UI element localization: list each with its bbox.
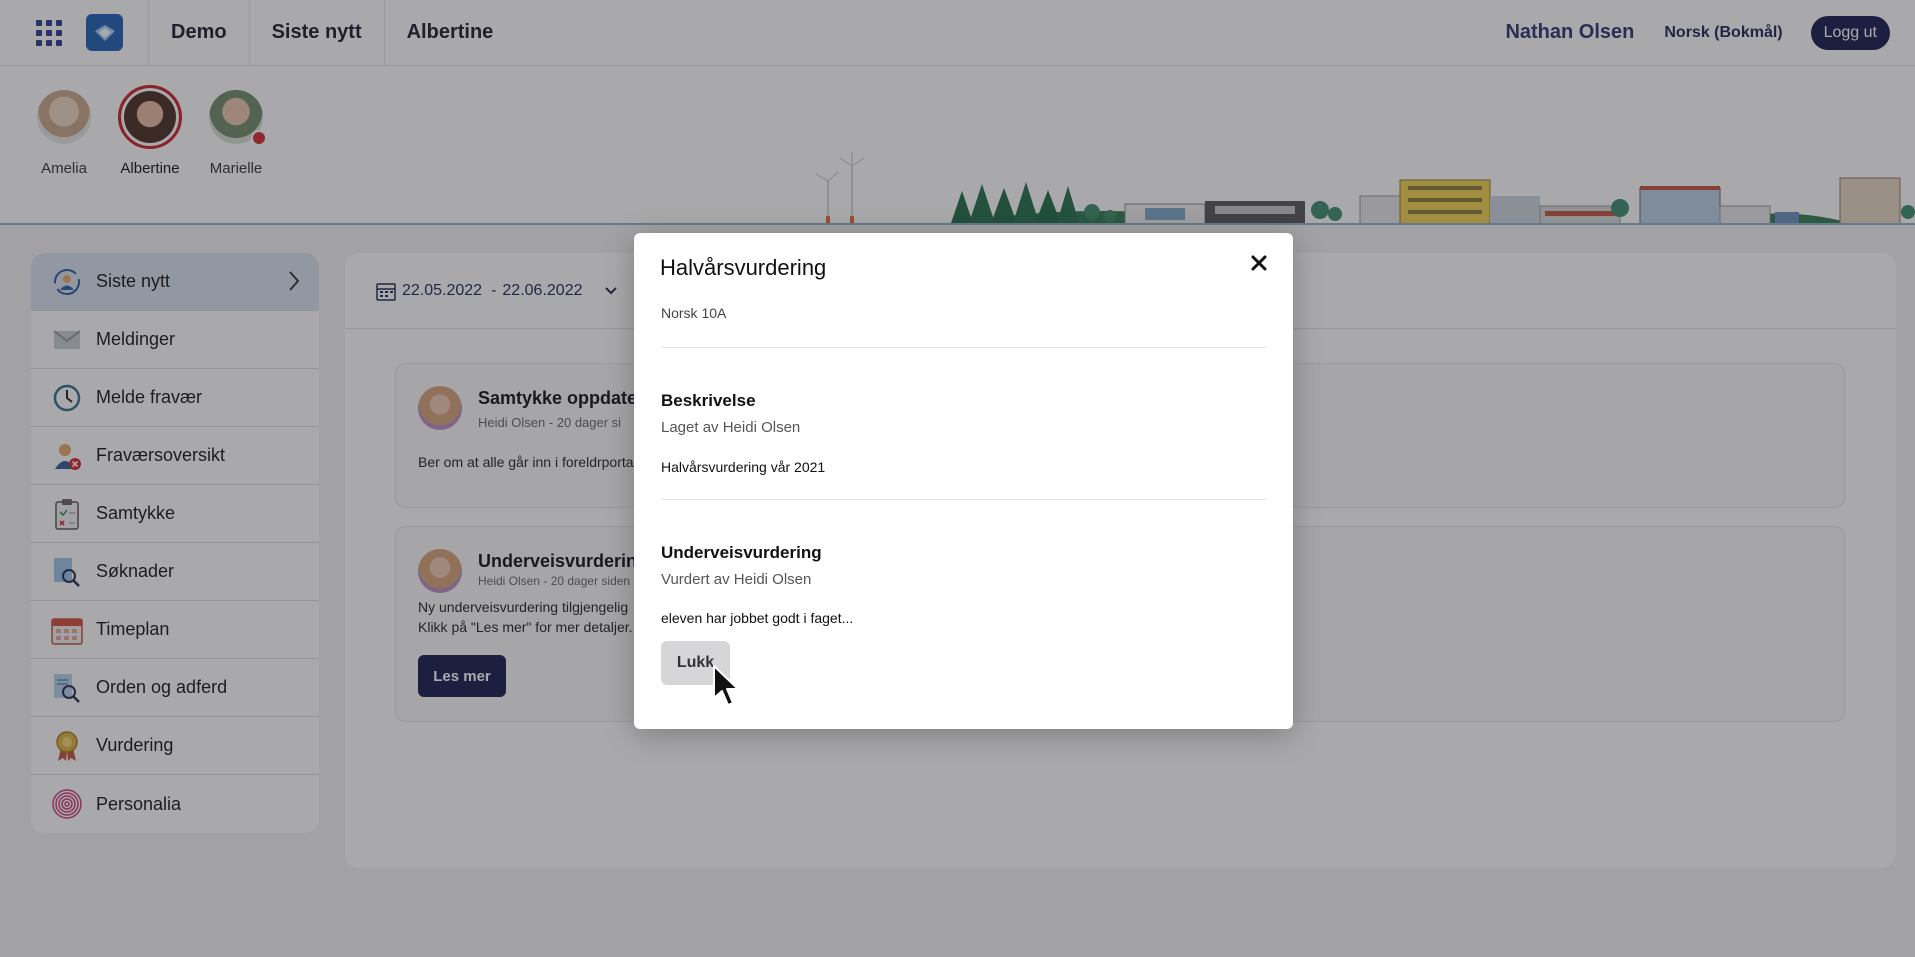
divider	[661, 347, 1266, 348]
section-text: Halvårsvurdering vår 2021	[661, 459, 826, 475]
divider	[661, 499, 1266, 500]
section-meta: Vurdert av Heidi Olsen	[661, 571, 812, 588]
section-meta: Laget av Heidi Olsen	[661, 419, 801, 436]
close-button[interactable]	[1246, 251, 1272, 277]
close-icon	[1251, 255, 1267, 270]
dialog-title: Halvårsvurdering	[660, 255, 827, 280]
section-heading-beskrivelse: Beskrivelse	[661, 391, 756, 410]
dialog-subject: Norsk 10A	[661, 305, 727, 321]
section-heading-underveisvurdering: Underveisvurdering	[661, 543, 822, 562]
section-text: eleven har jobbet godt i faget...	[661, 610, 854, 626]
evaluation-dialog: Halvårsvurdering Norsk 10A Beskrivelse L…	[634, 233, 1293, 729]
mouse-cursor-icon	[713, 665, 739, 706]
